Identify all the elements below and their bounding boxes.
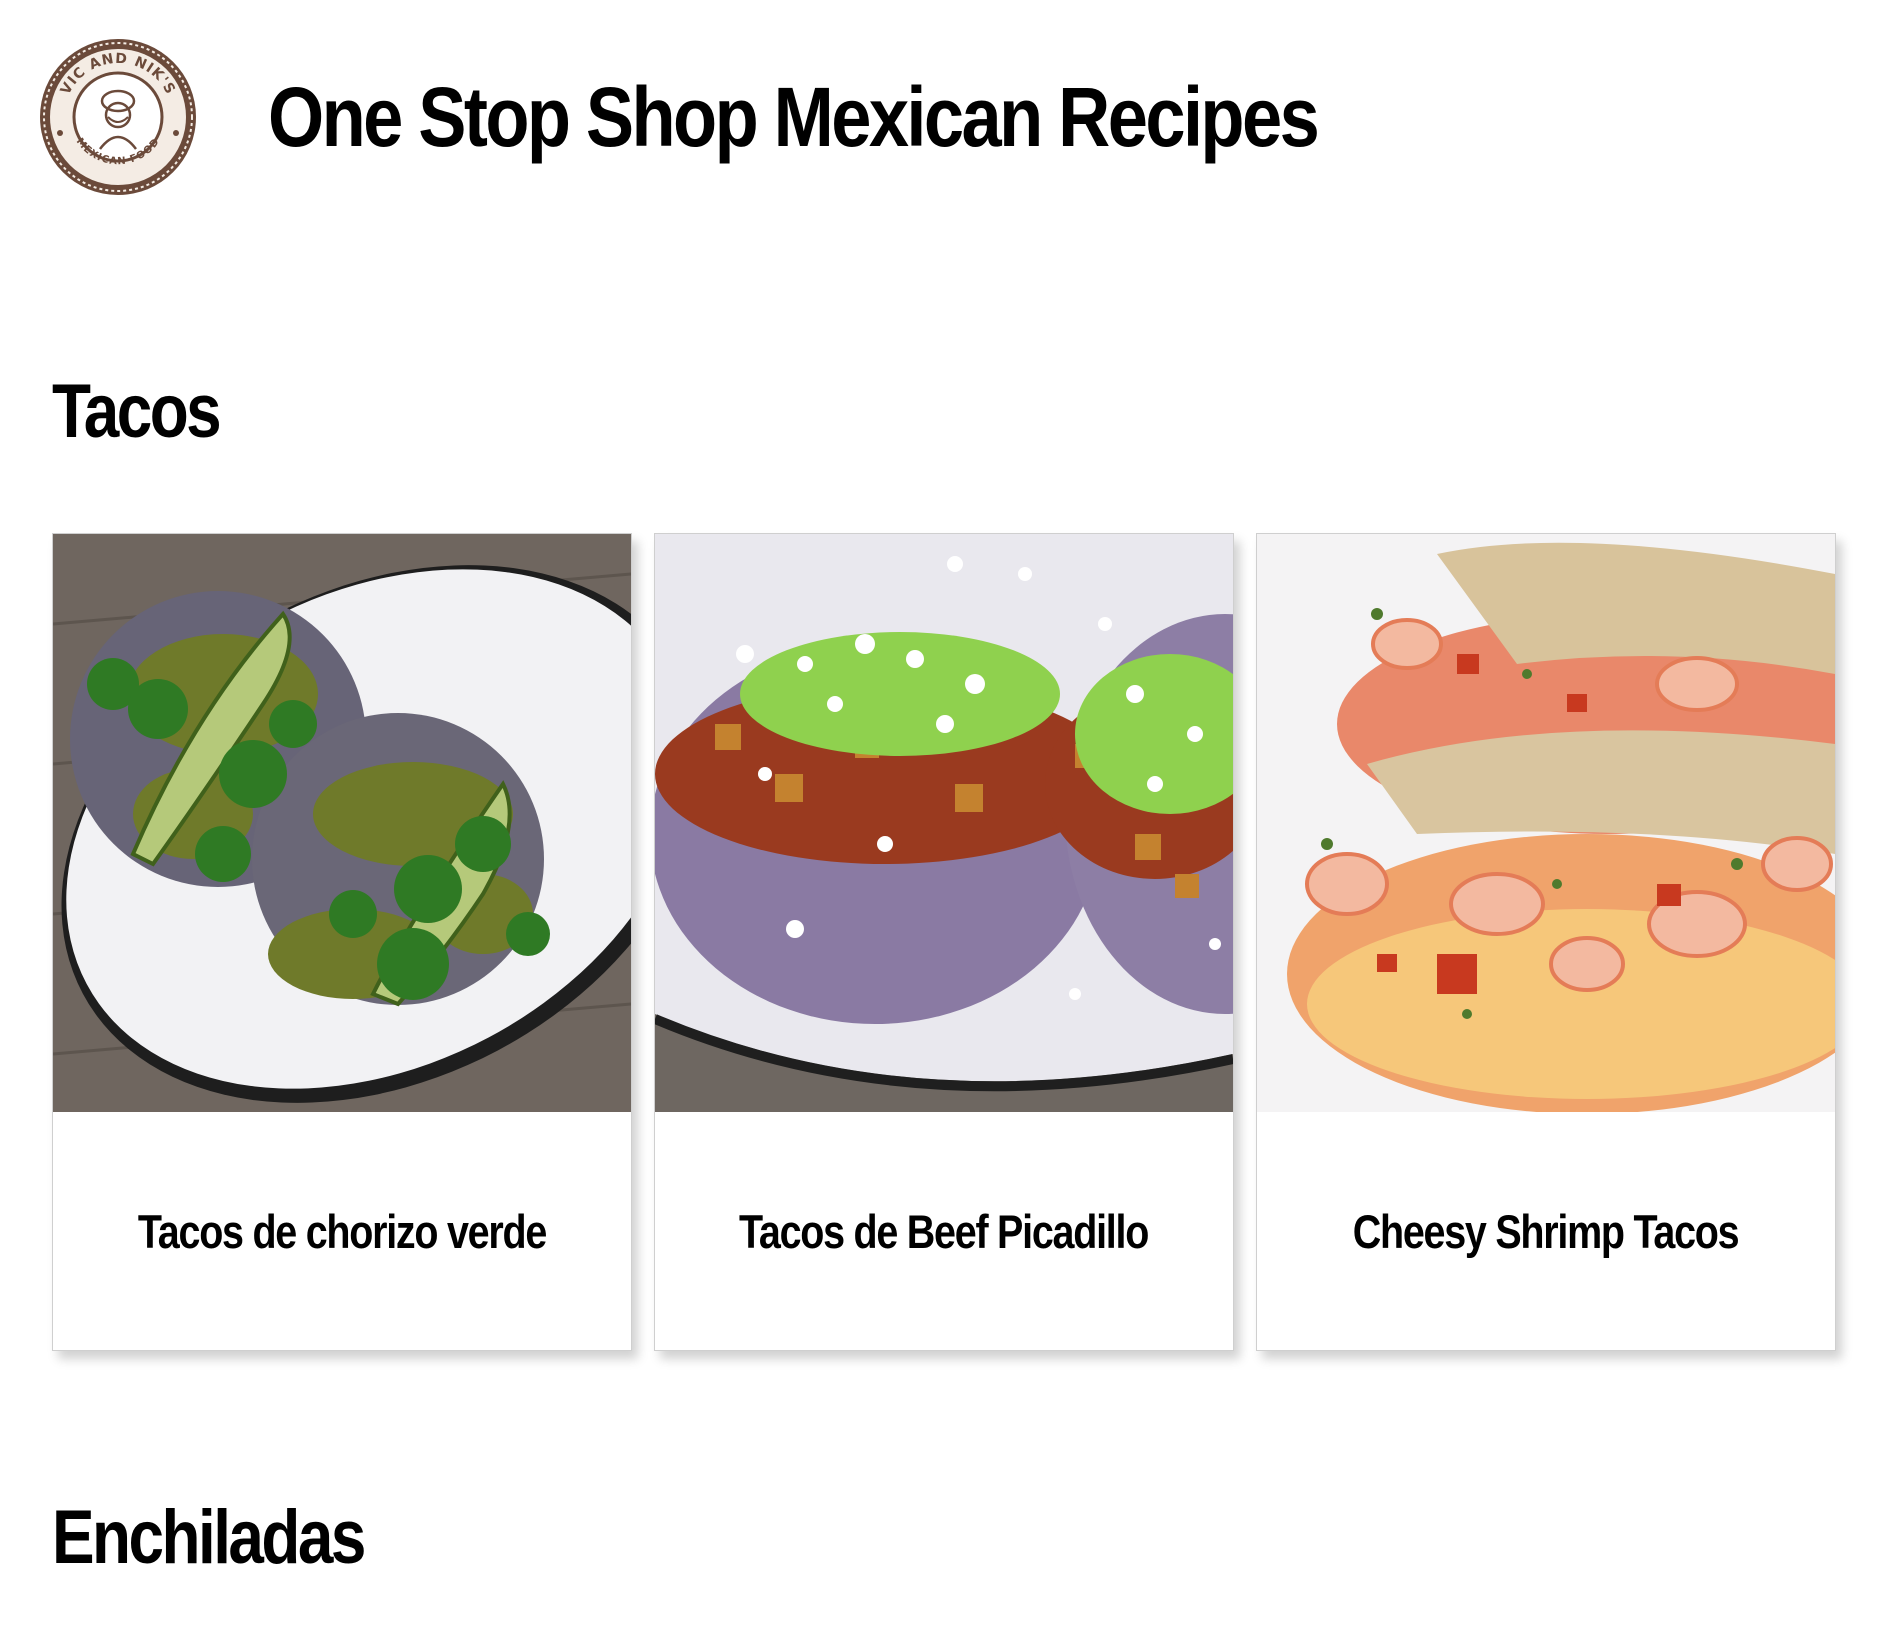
brand-logo[interactable]: VIC AND NIK'S MEXICAN FOOD (38, 37, 198, 197)
cheesy-shrimp-tacos-photo[interactable] (1257, 534, 1835, 1112)
recipe-card-cheesy-shrimp[interactable]: Cheesy Shrimp Tacos (1256, 533, 1836, 1351)
recipe-card-beef-picadillo[interactable]: Tacos de Beef Picadillo (654, 533, 1234, 1351)
chorizo-verde-tacos-photo[interactable] (53, 534, 631, 1112)
recipe-title[interactable]: Cheesy Shrimp Tacos (1353, 1208, 1740, 1255)
card-caption: Cheesy Shrimp Tacos (1257, 1112, 1835, 1350)
card-caption: Tacos de chorizo verde (53, 1112, 631, 1350)
section-heading-tacos: Tacos (52, 369, 222, 454)
tacos-card-grid: Tacos de chorizo verde Tacos de Beef Pic… (52, 533, 1840, 1351)
logo-badge-icon: VIC AND NIK'S MEXICAN FOOD (40, 39, 196, 195)
beef-picadillo-tacos-photo[interactable] (655, 534, 1233, 1112)
section-heading-enchiladas: Enchiladas (52, 1495, 366, 1580)
page-title: One Stop Shop Mexican Recipes (268, 70, 1320, 164)
site-header: VIC AND NIK'S MEXICAN FOOD One Stop Shop… (38, 36, 1488, 198)
recipe-title[interactable]: Tacos de Beef Picadillo (739, 1208, 1149, 1255)
card-caption: Tacos de Beef Picadillo (655, 1112, 1233, 1350)
recipe-card-chorizo-verde[interactable]: Tacos de chorizo verde (52, 533, 632, 1351)
recipe-title[interactable]: Tacos de chorizo verde (138, 1208, 547, 1255)
